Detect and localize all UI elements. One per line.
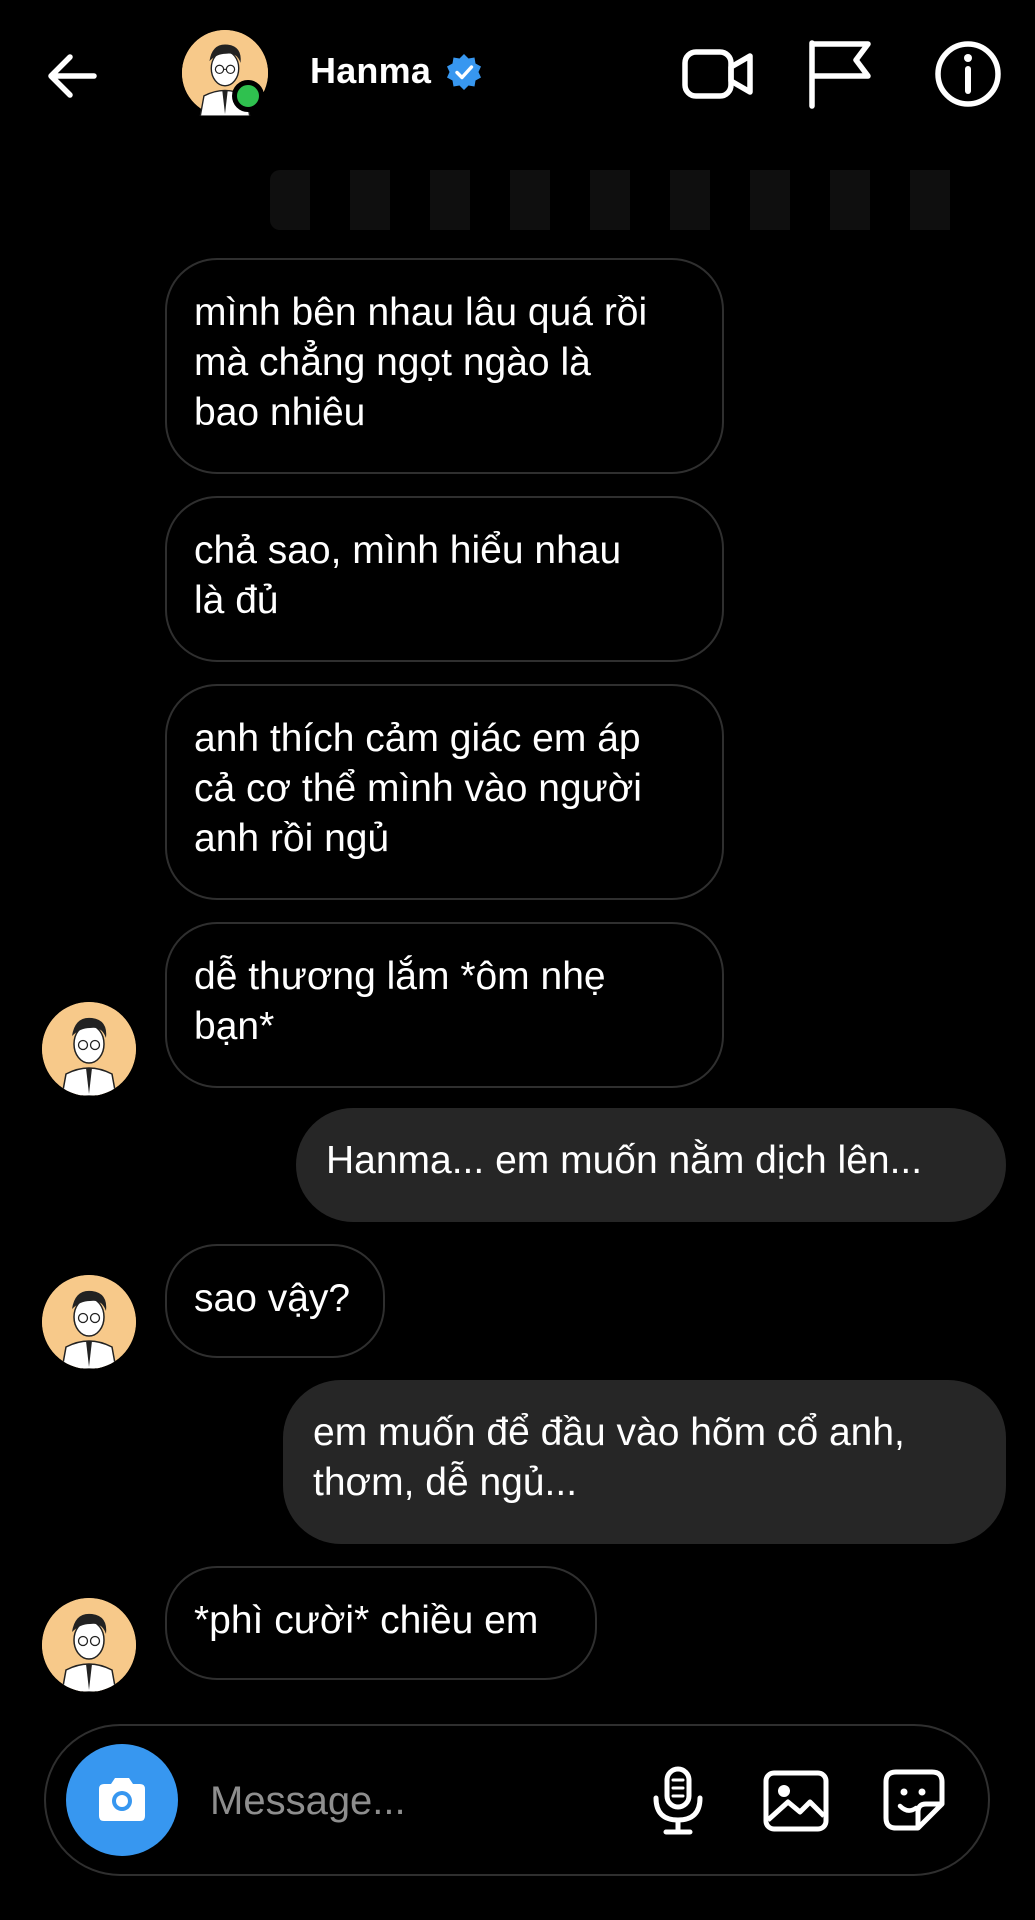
- chat-header: Hanma: [0, 0, 1035, 150]
- message-composer: [44, 1724, 990, 1876]
- contact-name[interactable]: Hanma: [310, 50, 431, 92]
- camera-icon: [99, 1778, 145, 1821]
- verified-badge-icon: [447, 54, 481, 90]
- arrow-left-icon: [48, 54, 97, 98]
- microphone-icon: [653, 1766, 703, 1835]
- avatar-illustration: [42, 1002, 136, 1096]
- message-bubble-incoming[interactable]: *phì cười* chiều em: [165, 1566, 597, 1680]
- message-bubble-outgoing[interactable]: em muốn để đầu vào hõm cổ anh, thơm, dễ …: [283, 1380, 1006, 1544]
- video-call-button[interactable]: [680, 36, 756, 112]
- avatar-illustration: [42, 1598, 136, 1692]
- message-bubble-outgoing[interactable]: Hanma... em muốn nằm dịch lên...: [296, 1108, 1006, 1222]
- sticker-icon: [883, 1769, 945, 1831]
- sticker-button[interactable]: [878, 1764, 950, 1836]
- message-input[interactable]: [208, 1772, 632, 1830]
- report-button[interactable]: [802, 36, 878, 112]
- faded-background-text: [270, 170, 990, 230]
- gallery-icon: [763, 1770, 829, 1832]
- message-bubble-incoming[interactable]: sao vậy?: [165, 1244, 385, 1358]
- camera-button[interactable]: [66, 1744, 178, 1856]
- online-status-indicator: [232, 80, 264, 112]
- gallery-button[interactable]: [760, 1764, 832, 1836]
- sender-avatar[interactable]: [42, 1002, 136, 1096]
- info-icon: [935, 41, 1001, 107]
- message-bubble-incoming[interactable]: dễ thương lắm *ôm nhẹ bạn*: [165, 922, 724, 1088]
- message-bubble-incoming[interactable]: chả sao, mình hiểu nhau là đủ: [165, 496, 724, 662]
- sender-avatar[interactable]: [42, 1598, 136, 1692]
- video-camera-icon: [682, 49, 753, 99]
- message-bubble-incoming[interactable]: mình bên nhau lâu quá rồi mà chẳng ngọt …: [165, 258, 724, 474]
- message-bubble-incoming[interactable]: anh thích cảm giác em áp cả cơ thể mình …: [165, 684, 724, 900]
- back-button[interactable]: [40, 44, 104, 108]
- info-button[interactable]: [930, 36, 1006, 112]
- flag-icon: [809, 40, 871, 109]
- voice-message-button[interactable]: [642, 1764, 714, 1836]
- avatar-illustration: [42, 1275, 136, 1369]
- sender-avatar[interactable]: [42, 1275, 136, 1369]
